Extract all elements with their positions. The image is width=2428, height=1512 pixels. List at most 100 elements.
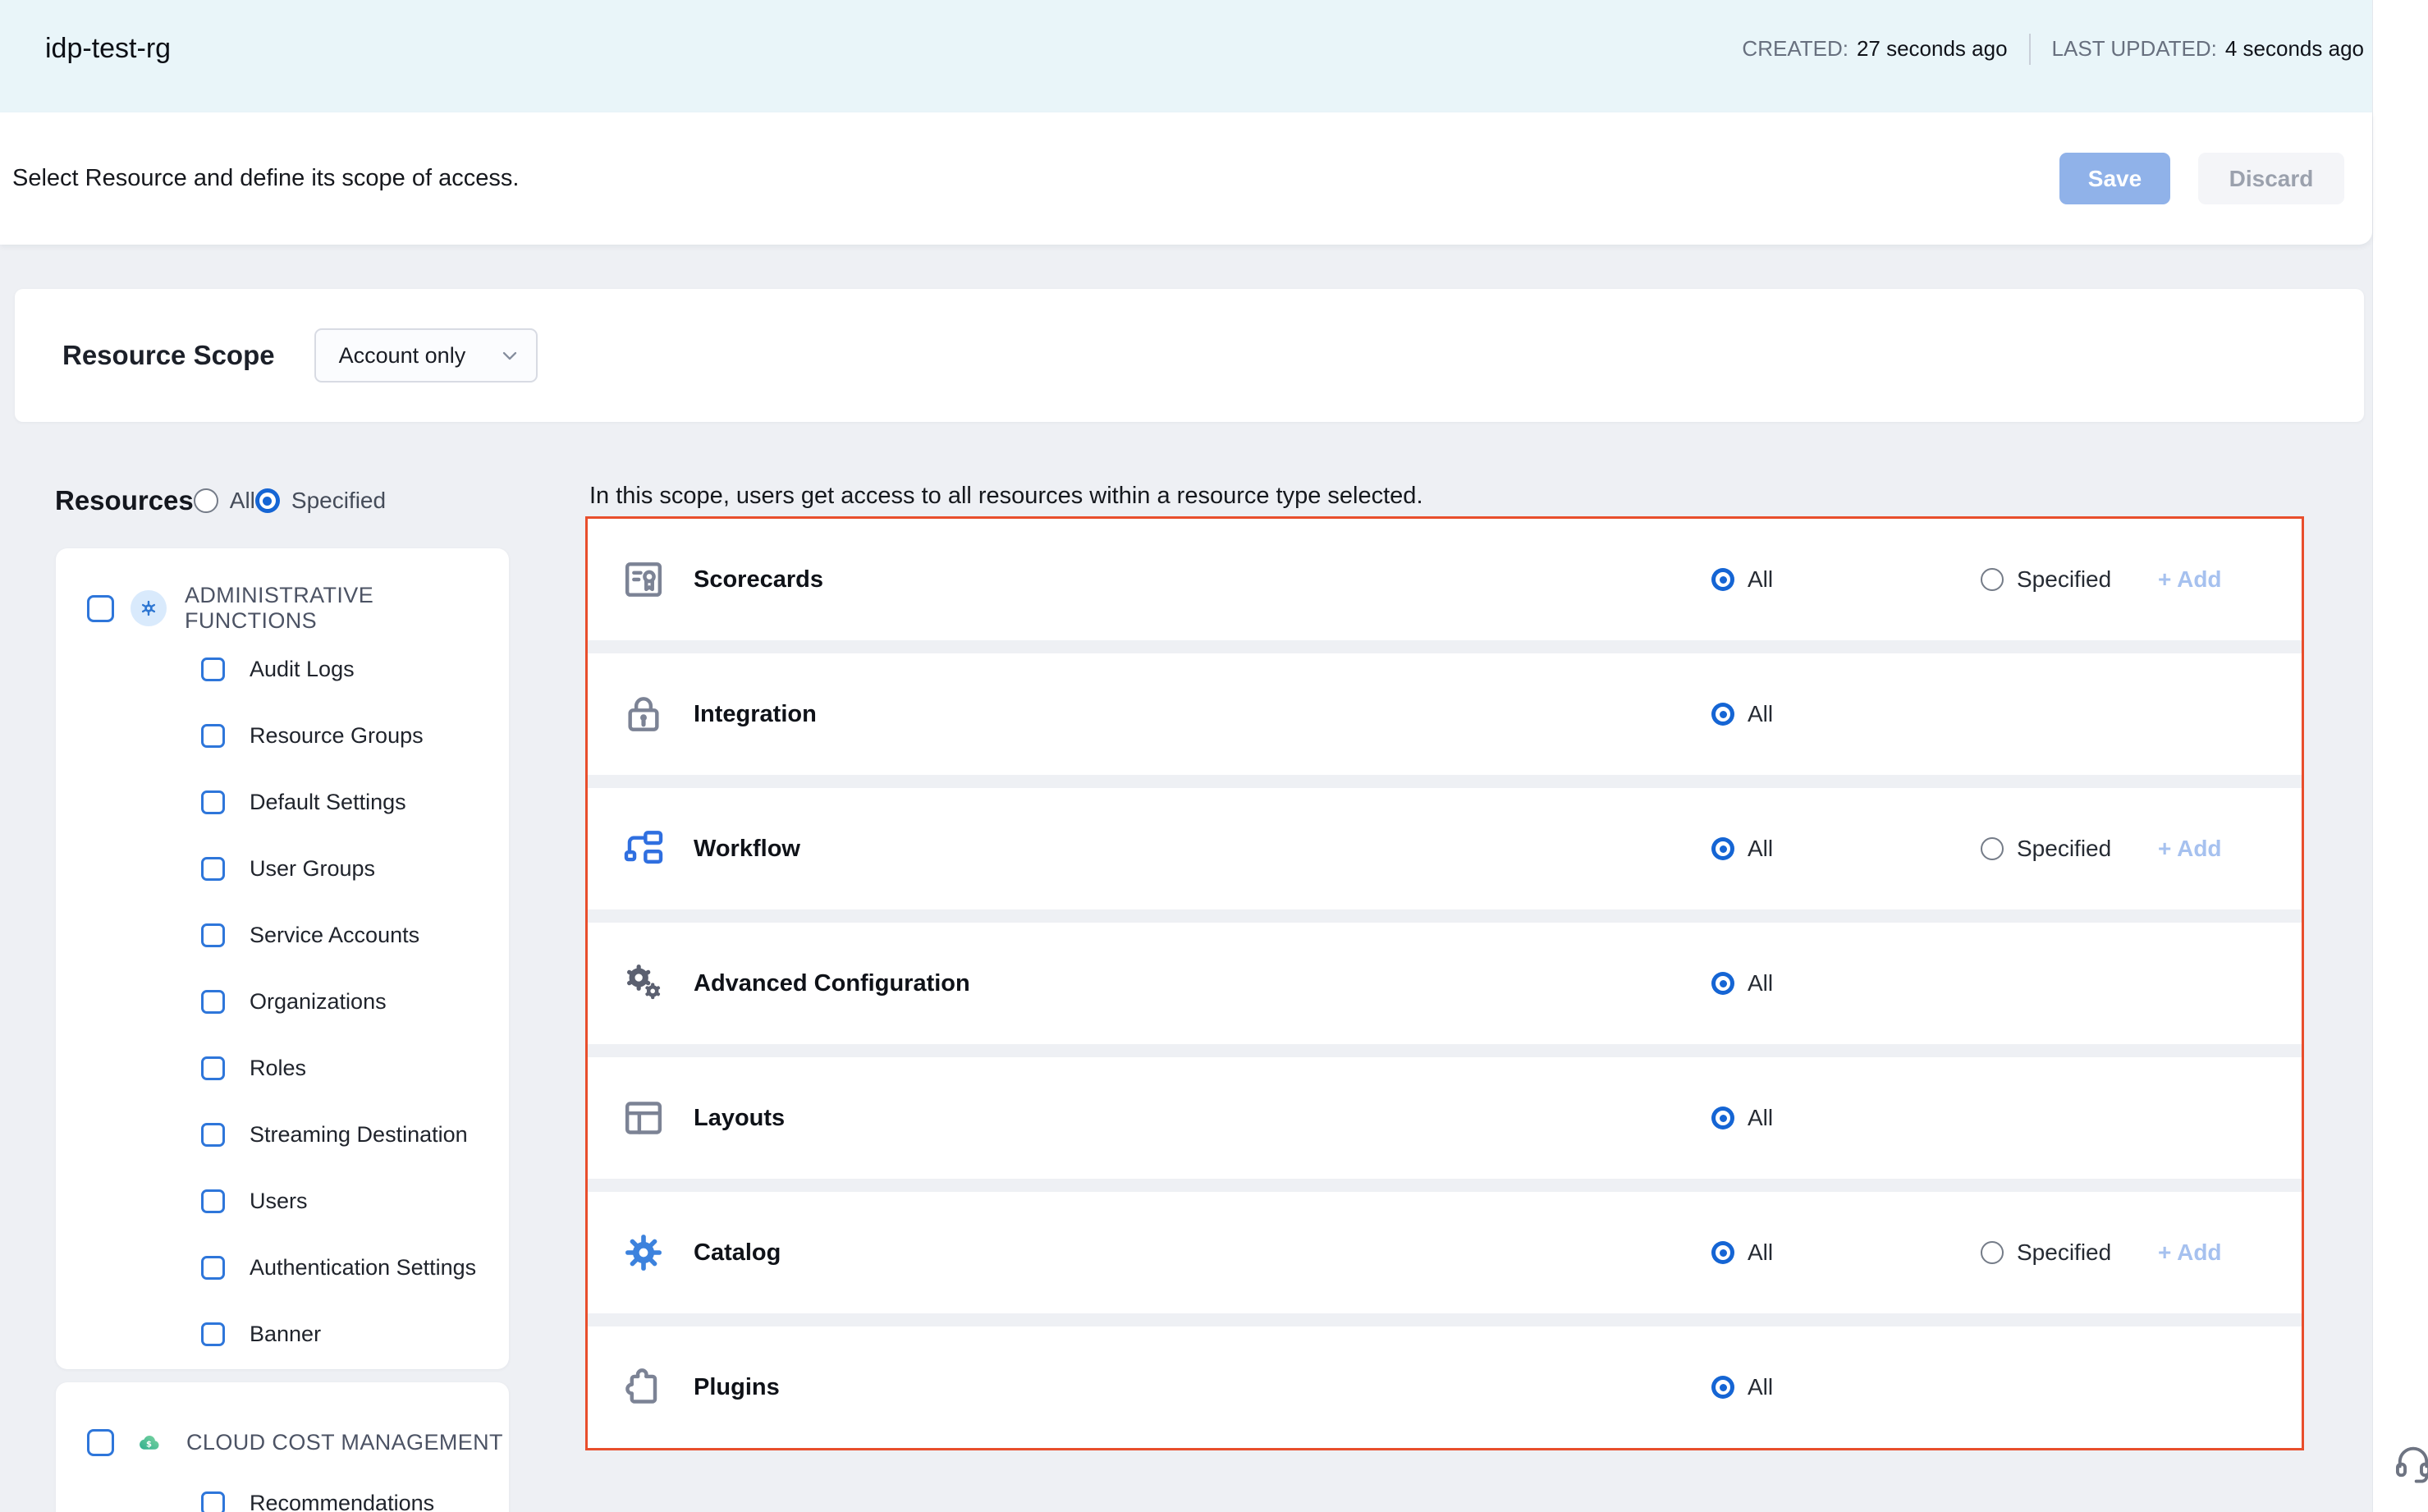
resource-type-row-layouts: LayoutsAll — [588, 1057, 2302, 1179]
checkbox-banner[interactable] — [201, 1322, 225, 1346]
specified-option-workflow: Specified — [1981, 836, 2111, 862]
gear-solid-icon — [621, 1230, 667, 1276]
lock-icon — [621, 691, 667, 737]
resource-type-name: Plugins — [694, 1374, 780, 1401]
resources-header: Resources All Specified — [55, 474, 515, 527]
resource-type-row-advanced-configuration: Advanced Configuration All — [588, 923, 2302, 1044]
last-updated-value: 4 seconds ago — [2225, 36, 2364, 62]
resource-type-row-scorecards: Scorecards All Specified + Add — [588, 519, 2302, 640]
resource-type-list: Scorecards All Specified + Add Integration Al… — [585, 516, 2304, 1450]
workflow-icon — [621, 826, 667, 872]
resource-type-row-integration: Integration All — [588, 653, 2302, 775]
radio-all-label: All — [1748, 970, 1773, 997]
group-items: Recommendations — [56, 1470, 509, 1512]
resource-group-page: idp-test-rg CREATED: 27 seconds ago LAST… — [0, 0, 2428, 1512]
puzzle-icon — [621, 1364, 667, 1410]
resource-type-name: Workflow — [694, 836, 800, 863]
add-link-workflow[interactable]: + Add — [2158, 836, 2222, 862]
item-label: Users — [250, 1189, 308, 1214]
save-button[interactable]: Save — [2059, 153, 2170, 204]
item-label: Organizations — [250, 989, 387, 1015]
checkbox-audit-logs[interactable] — [201, 657, 225, 681]
radio-all-layouts[interactable] — [1711, 1107, 1734, 1129]
radio-all-label: All — [1748, 566, 1773, 593]
scorecards-icon — [621, 557, 667, 603]
item-label: Banner — [250, 1322, 321, 1347]
radio-all-label: All — [1748, 1374, 1773, 1400]
gears-icon — [621, 960, 667, 1006]
list-item-recommendations: Recommendations — [56, 1470, 509, 1512]
resource-type-row-catalog: CatalogAllSpecified+ Add — [588, 1192, 2302, 1313]
checkbox-cloud-cost-management[interactable] — [87, 1429, 114, 1456]
chevron-down-icon — [498, 344, 521, 367]
sidebar-card-administrative-functions: ADMINISTRATIVE FUNCTIONSAudit LogsResour… — [56, 548, 509, 1369]
item-label: Resource Groups — [250, 723, 424, 749]
item-label: Streaming Destination — [250, 1122, 468, 1148]
resource-scope-dropdown[interactable]: Account only — [314, 328, 538, 383]
discard-button[interactable]: Discard — [2198, 153, 2344, 204]
specified-option-scorecards: Specified — [1981, 566, 2111, 593]
created-value: 27 seconds ago — [1857, 36, 2008, 62]
radio-specified-workflow[interactable] — [1981, 837, 2004, 860]
checkbox-recommendations[interactable] — [201, 1491, 225, 1512]
page-header: idp-test-rg CREATED: 27 seconds ago LAST… — [0, 0, 2372, 112]
checkbox-default-settings[interactable] — [201, 790, 225, 814]
checkbox-user-groups[interactable] — [201, 857, 225, 881]
group-row-cloud-cost-management: $CLOUD COST MANAGEMENT — [87, 1419, 509, 1465]
scrollbar-gutter — [2372, 0, 2428, 1512]
radio-all-label: All — [1748, 836, 1773, 862]
radio-specified-scorecards[interactable] — [1981, 568, 2004, 591]
resource-type-name: Layouts — [694, 1105, 785, 1132]
checkbox-users[interactable] — [201, 1189, 225, 1213]
radio-specified-catalog[interactable] — [1981, 1241, 2004, 1264]
radio-all-scorecards[interactable] — [1711, 568, 1734, 591]
radio-all-advanced-configuration[interactable] — [1711, 972, 1734, 995]
checkbox-streaming-destination[interactable] — [201, 1123, 225, 1147]
created-label: CREATED: — [1742, 36, 1848, 62]
last-updated-label: LAST UPDATED: — [2052, 36, 2217, 62]
radio-all-catalog[interactable] — [1711, 1241, 1734, 1264]
resource-scope-label: Resource Scope — [62, 340, 275, 371]
list-item-service-accounts: Service Accounts — [56, 902, 509, 969]
all-option-plugins: All — [1711, 1374, 1773, 1400]
help-headset-icon[interactable] — [2392, 1441, 2428, 1484]
checkbox-organizations[interactable] — [201, 990, 225, 1014]
meta-divider — [2029, 34, 2031, 65]
specified-option-catalog: Specified — [1981, 1239, 2111, 1266]
checkbox-administrative-functions[interactable] — [87, 595, 114, 622]
group-items: Audit LogsResource GroupsDefault Setting… — [56, 636, 509, 1368]
toolbar-buttons: Save Discard — [2059, 153, 2344, 204]
item-label: Roles — [250, 1056, 306, 1081]
checkbox-resource-groups[interactable] — [201, 724, 225, 748]
checkbox-authentication-settings[interactable] — [201, 1256, 225, 1280]
resource-type-name: Integration — [694, 701, 817, 728]
resource-type-row-workflow: Workflow All Specified + Add — [588, 788, 2302, 909]
scope-description: In this scope, users get access to all r… — [589, 483, 1423, 510]
item-label: Recommendations — [250, 1491, 434, 1512]
add-link-catalog[interactable]: + Add — [2158, 1239, 2222, 1266]
action-toolbar: Select Resource and define its scope of … — [0, 112, 2372, 245]
sidebar-card-cloud-cost-management: $CLOUD COST MANAGEMENT Recommendations — [56, 1382, 509, 1512]
add-link-scorecards[interactable]: + Add — [2158, 566, 2222, 593]
radio-all-label: All — [1748, 701, 1773, 727]
resource-type-name: Advanced Configuration — [694, 970, 970, 997]
layout-icon — [621, 1095, 667, 1141]
list-item-streaming-destination: Streaming Destination — [56, 1102, 509, 1168]
checkbox-service-accounts[interactable] — [201, 923, 225, 947]
radio-all-plugins[interactable] — [1711, 1376, 1734, 1399]
resources-radio-specified[interactable] — [255, 488, 280, 513]
checkbox-roles[interactable] — [201, 1056, 225, 1080]
radio-all-integration[interactable] — [1711, 703, 1734, 726]
resources-radio-all-label: All — [230, 488, 255, 514]
group-name: CLOUD COST MANAGEMENT — [186, 1430, 503, 1455]
all-option-scorecards: All — [1711, 566, 1773, 593]
resource-type-name: Scorecards — [694, 566, 823, 593]
resource-scope-card: Resource Scope Account only — [15, 289, 2364, 422]
resources-radio-specified-label: Specified — [291, 488, 386, 514]
page-title: idp-test-rg — [45, 33, 171, 65]
resource-type-row-plugins: Plugins All — [588, 1326, 2302, 1448]
resources-radio-all[interactable] — [194, 488, 218, 513]
list-item-organizations: Organizations — [56, 969, 509, 1035]
radio-all-workflow[interactable] — [1711, 837, 1734, 860]
list-item-banner: Banner — [56, 1301, 509, 1368]
